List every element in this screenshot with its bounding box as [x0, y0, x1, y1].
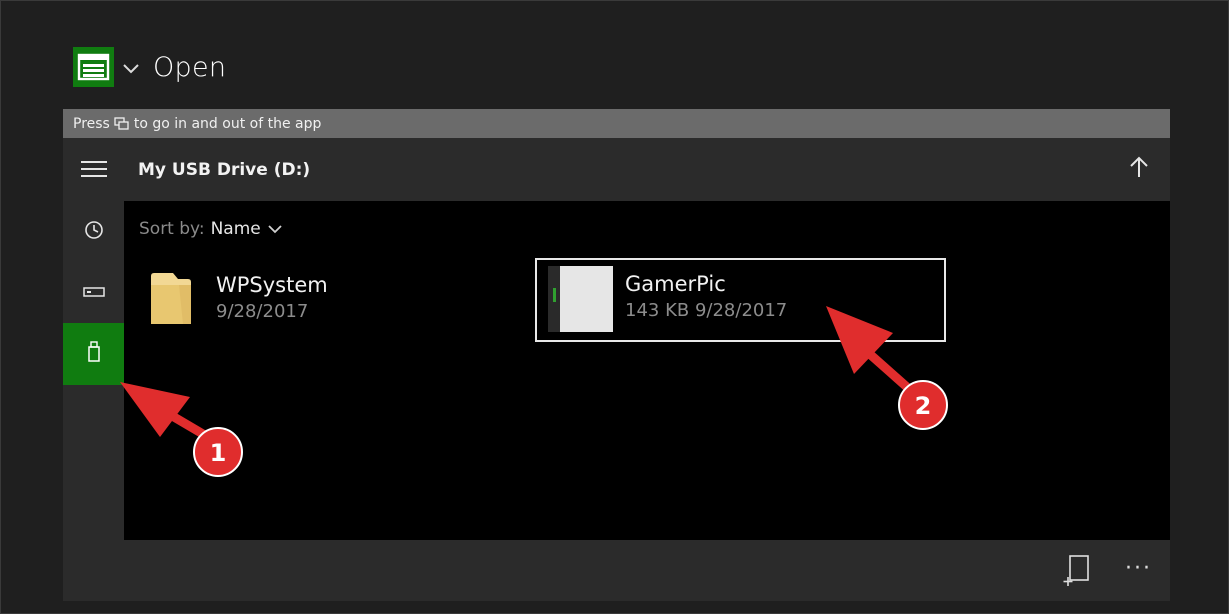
new-folder-icon [1062, 555, 1092, 591]
thumbnail-accent [553, 288, 556, 302]
chevron-down-icon [267, 219, 283, 239]
sort-value: Name [210, 219, 261, 239]
location-title: My USB Drive (D:) [138, 160, 311, 180]
sort-label: Sort by: [139, 219, 205, 239]
new-folder-button[interactable] [1062, 553, 1092, 587]
hamburger-icon [80, 160, 107, 182]
hint-bar: Press to go in and out of the app [63, 109, 1170, 138]
list-item-gamerpic[interactable]: GamerPic 143 KB 9/28/2017 [535, 258, 946, 342]
up-button[interactable] [1126, 156, 1152, 182]
sidebar-item-usb[interactable] [63, 323, 124, 385]
page-title: Open [153, 52, 227, 83]
thumbnail-strip [548, 266, 560, 332]
file-name: WPSystem [216, 273, 328, 297]
more-button[interactable]: ··· [1125, 556, 1152, 581]
file-name: GamerPic [625, 272, 726, 296]
hint-suffix: to go in and out of the app [133, 115, 322, 132]
clock-icon [84, 220, 104, 244]
location-bar: My USB Drive (D:) [124, 138, 1170, 201]
file-picker-window: My USB Drive (D:) Sort by: Name WPSystem… [63, 138, 1170, 601]
chevron-down-icon[interactable] [122, 60, 140, 79]
hint-prefix: Press [73, 115, 110, 132]
file-meta: 143 KB 9/28/2017 [625, 300, 788, 321]
file-text: GamerPic 143 KB 9/28/2017 [625, 272, 787, 321]
image-thumbnail [548, 266, 613, 332]
arrow-up-icon [1130, 156, 1148, 182]
usb-icon [87, 341, 101, 367]
sort-dropdown[interactable]: Sort by: Name [139, 219, 283, 239]
command-bar: ··· [124, 540, 1170, 601]
folder-icon [149, 271, 193, 326]
sidebar-item-drive[interactable] [63, 261, 124, 323]
sidebar-item-recent[interactable] [63, 201, 124, 263]
drive-icon [82, 283, 105, 302]
file-meta: 9/28/2017 [216, 301, 309, 322]
view-button-icon [114, 116, 130, 131]
menu-button[interactable] [63, 140, 124, 202]
sidebar [63, 138, 124, 601]
file-text: WPSystem 9/28/2017 [216, 273, 328, 322]
file-list: Sort by: Name WPSystem 9/28/2017 GamerPi… [124, 201, 1170, 540]
file-explorer-icon [73, 47, 114, 87]
hint-text: Press to go in and out of the app [63, 116, 321, 132]
